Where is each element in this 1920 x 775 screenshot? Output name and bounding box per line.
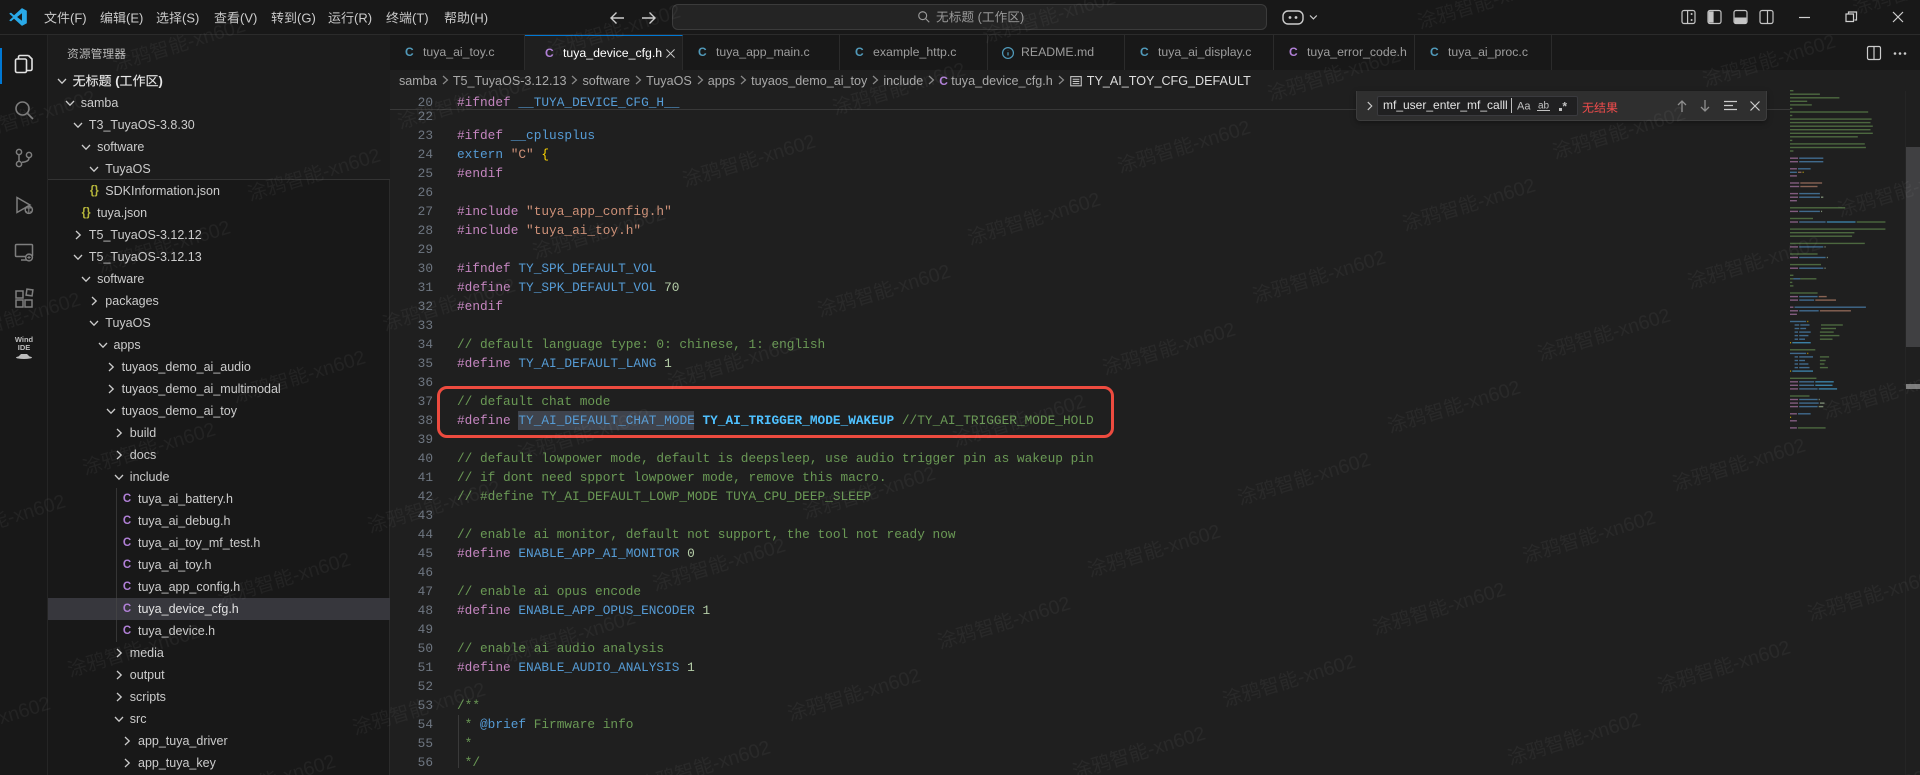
svg-text:ab: ab <box>1538 101 1550 112</box>
svg-text:.*: .* <box>1559 100 1567 114</box>
svg-text:Aa: Aa <box>1517 101 1531 113</box>
svg-text:IDE: IDE <box>18 343 31 352</box>
